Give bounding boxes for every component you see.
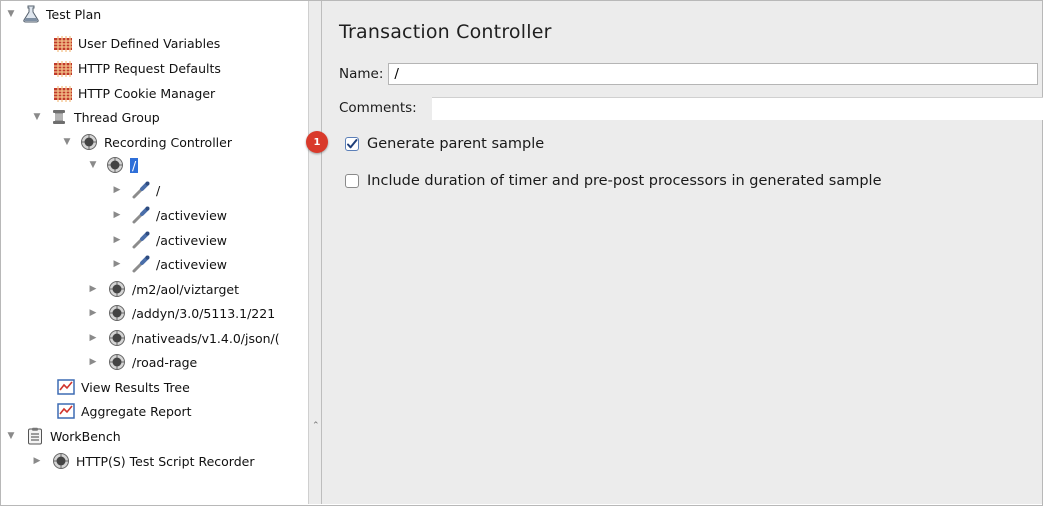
tree-item-http-request-defaults[interactable]: HTTP Request Defaults <box>53 56 221 80</box>
tree-toggle-icon[interactable]: ▼ <box>87 159 99 171</box>
controller-icon <box>107 352 127 372</box>
tree-toggle-icon[interactable]: ▶ <box>87 356 99 368</box>
tree-toggle-icon[interactable]: ▶ <box>87 332 99 344</box>
tree-item-label: Aggregate Report <box>81 403 192 419</box>
include-duration-option[interactable]: Include duration of timer and pre-post p… <box>345 173 882 189</box>
tree-item-aggregate-report[interactable]: Aggregate Report <box>56 399 192 423</box>
controller-icon <box>79 132 99 152</box>
tree-item-transaction[interactable]: ▶ /nativeads/v1.4.0/json/( <box>87 326 280 350</box>
tree-item-workbench[interactable]: ▼ WorkBench <box>5 424 121 448</box>
sampler-pipette-icon <box>131 205 151 225</box>
tree-item-transaction[interactable]: ▶ /road-rage <box>87 350 197 374</box>
tree-item-label: /nativeads/v1.4.0/json/( <box>132 330 280 346</box>
tree-item-recording-controller[interactable]: ▼ Recording Controller <box>61 130 232 154</box>
tree-toggle-icon[interactable]: ▼ <box>31 111 43 123</box>
tree-item-label: / <box>156 182 161 198</box>
tree-item-label: /addyn/3.0/5113.1/221 <box>132 305 276 321</box>
tree-item-label: HTTP(S) Test Script Recorder <box>76 453 255 469</box>
generate-parent-sample-checkbox[interactable] <box>345 137 359 151</box>
transaction-controller-panel: Transaction Controller Name: Comments: G… <box>322 1 1043 504</box>
flask-icon <box>21 4 41 24</box>
tree-item-label: HTTP Cookie Manager <box>78 85 216 101</box>
tree-toggle-icon[interactable]: ▼ <box>61 136 73 148</box>
tree-item-http-cookie-manager[interactable]: HTTP Cookie Manager <box>53 81 215 105</box>
listener-graph-icon <box>56 401 76 421</box>
tree-item-transaction-root[interactable]: ▼ / <box>87 153 139 177</box>
tree-toggle-icon[interactable]: ▶ <box>87 283 99 295</box>
tree-toggle-icon[interactable]: ▶ <box>31 455 43 467</box>
tree-item-transaction[interactable]: ▶ /m2/aol/viztarget <box>87 277 239 301</box>
tree-toggle-icon[interactable]: ▼ <box>5 8 17 20</box>
tree-item-thread-group[interactable]: ▼ Thread Group <box>31 105 160 129</box>
tree-item-label: WorkBench <box>50 428 121 444</box>
tree-item-user-defined-variables[interactable]: User Defined Variables <box>53 31 220 55</box>
tree-item-transaction[interactable]: ▶ /addyn/3.0/5113.1/221 <box>87 301 275 325</box>
tree-item-label: /m2/aol/viztarget <box>132 281 239 297</box>
name-input[interactable] <box>388 63 1039 85</box>
splitter-arrow-icon[interactable]: ⌃ <box>312 421 320 431</box>
tree-toggle-icon[interactable]: ▶ <box>87 307 99 319</box>
tree-item-label: View Results Tree <box>81 379 190 395</box>
spool-icon <box>49 107 69 127</box>
controller-icon <box>107 279 127 299</box>
tree-item-sampler[interactable]: ▶ /activeview <box>111 228 227 252</box>
comments-input[interactable] <box>432 97 1043 120</box>
config-element-icon <box>53 33 73 53</box>
tree-item-label: Thread Group <box>74 109 160 125</box>
test-plan-tree[interactable]: ▼ Test Plan User Defined Variables HTTP … <box>1 1 308 504</box>
config-element-icon <box>53 83 73 103</box>
pane-splitter[interactable]: ⌃ <box>308 1 322 504</box>
tree-toggle-icon[interactable]: ▶ <box>111 209 123 221</box>
tree-toggle-icon[interactable]: ▶ <box>111 258 123 270</box>
listener-graph-icon <box>56 377 76 397</box>
tree-item-label: /activeview <box>156 256 227 272</box>
tree-item-label: User Defined Variables <box>78 35 221 51</box>
controller-icon <box>107 303 127 323</box>
controller-icon <box>51 451 71 471</box>
tree-item-view-results-tree[interactable]: View Results Tree <box>56 375 190 399</box>
include-duration-checkbox[interactable] <box>345 174 359 188</box>
tree-item-label: Test Plan <box>46 6 102 22</box>
include-duration-label: Include duration of timer and pre-post p… <box>367 173 882 189</box>
checkmark-icon <box>347 139 358 149</box>
sampler-pipette-icon <box>131 254 151 274</box>
controller-icon <box>107 328 127 348</box>
tree-toggle-icon[interactable]: ▶ <box>111 184 123 196</box>
tree-item-sampler[interactable]: ▶ /activeview <box>111 203 227 227</box>
tree-item-sampler[interactable]: ▶ / <box>111 178 160 202</box>
generate-parent-sample-option[interactable]: Generate parent sample <box>345 136 544 152</box>
name-label: Name: <box>339 66 384 82</box>
generate-parent-sample-label: Generate parent sample <box>367 136 545 152</box>
tree-item-label: /activeview <box>156 232 227 248</box>
tree-item-sampler[interactable]: ▶ /activeview <box>111 252 227 276</box>
tree-item-label-selected: / <box>130 157 139 173</box>
tree-item-label: Recording Controller <box>104 134 232 150</box>
config-element-icon <box>53 58 73 78</box>
tree-item-label: /activeview <box>156 207 227 223</box>
sampler-pipette-icon <box>131 230 151 250</box>
tree-toggle-icon[interactable]: ▶ <box>111 234 123 246</box>
tree-item-http-test-script-recorder[interactable]: ▶ HTTP(S) Test Script Recorder <box>31 449 255 473</box>
panel-title: Transaction Controller <box>339 21 552 43</box>
tree-item-test-plan[interactable]: ▼ Test Plan <box>5 2 101 26</box>
sampler-pipette-icon <box>131 180 151 200</box>
annotation-badge: 1 <box>306 131 328 153</box>
name-row: Name: <box>339 63 1039 85</box>
tree-toggle-icon[interactable]: ▼ <box>5 430 17 442</box>
tree-item-label: /road-rage <box>132 354 198 370</box>
tree-item-label: HTTP Request Defaults <box>78 60 221 76</box>
clipboard-icon <box>25 426 45 446</box>
comments-label: Comments: <box>339 100 417 116</box>
controller-icon <box>105 155 125 175</box>
